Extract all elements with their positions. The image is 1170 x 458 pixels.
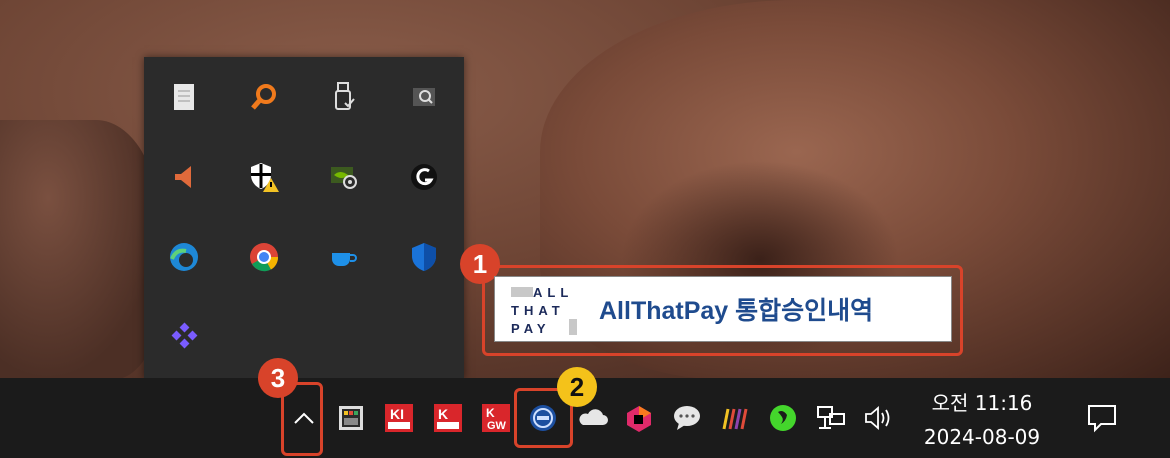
logo-line-1: ALL xyxy=(533,285,574,300)
speaker-app-icon[interactable] xyxy=(144,137,224,217)
ki-app-icon[interactable]: KI xyxy=(382,401,416,435)
edge-icon[interactable] xyxy=(144,217,224,297)
logo-line-3: PAY xyxy=(511,321,551,336)
svg-text:KI: KI xyxy=(390,406,404,422)
allthatpay-tooltip: ALL THAT PAY AllThatPay 통합승인내역 xyxy=(494,276,952,342)
chat-bubble-icon[interactable] xyxy=(670,401,704,435)
svg-text:GW: GW xyxy=(487,420,507,432)
notification-center-icon[interactable] xyxy=(1085,401,1119,435)
taskbar-clock[interactable]: 오전 11:16 2024-08-09 xyxy=(904,386,1060,454)
defender-icon[interactable] xyxy=(384,217,464,297)
step-badge-2: 2 xyxy=(557,367,597,407)
allthatpay-logo: ALL THAT PAY xyxy=(503,281,583,337)
clock-time: 오전 11:16 xyxy=(931,391,1033,415)
kgw-app-icon[interactable]: K GW xyxy=(479,401,513,435)
tooltip-text: AllThatPay 통합승인내역 xyxy=(599,297,874,325)
jetbrains-toolbox-icon[interactable] xyxy=(622,401,656,435)
screen-capture-icon[interactable] xyxy=(384,57,464,137)
security-warning-icon[interactable] xyxy=(224,137,304,217)
step-badge-3: 3 xyxy=(258,358,298,398)
notepad-icon[interactable] xyxy=(144,57,224,137)
tray-overflow-popup xyxy=(144,57,464,379)
stripes-app-icon[interactable] xyxy=(718,401,752,435)
clock-date: 2024-08-09 xyxy=(923,425,1041,449)
nvidia-icon[interactable] xyxy=(304,137,384,217)
search-app-icon[interactable] xyxy=(224,57,304,137)
usb-device-icon[interactable] xyxy=(304,57,384,137)
network-icon[interactable] xyxy=(814,401,848,435)
app-tile-icon[interactable] xyxy=(334,401,368,435)
logo-line-2: THAT xyxy=(511,303,565,318)
chrome-icon[interactable] xyxy=(224,217,304,297)
diamond-grid-icon[interactable] xyxy=(144,297,224,377)
volume-icon[interactable] xyxy=(862,401,896,435)
logitech-g-icon[interactable] xyxy=(384,137,464,217)
kc-app-icon[interactable]: K xyxy=(431,401,465,435)
svg-text:K: K xyxy=(486,406,495,420)
background-rock-left xyxy=(0,120,160,380)
razer-icon[interactable] xyxy=(766,401,800,435)
cup-icon[interactable] xyxy=(304,217,384,297)
svg-text:K: K xyxy=(438,406,448,422)
